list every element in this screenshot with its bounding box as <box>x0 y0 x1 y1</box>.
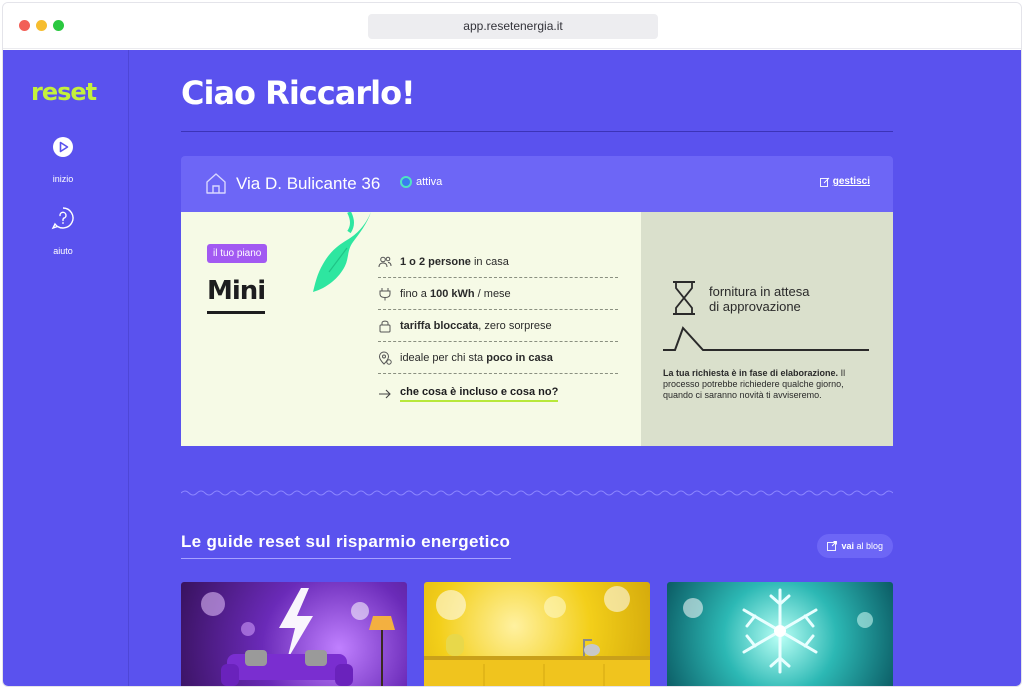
home-icon <box>205 172 227 199</box>
sidebar: reset inizio aiuto <box>3 50 129 686</box>
wave-divider <box>180 484 894 502</box>
arrow-right-icon <box>379 389 391 399</box>
supply-card-header: Via D. Bulicante 36 attiva gestisci <box>181 156 893 212</box>
feature-text: ideale per chi sta poco in casa <box>400 351 553 364</box>
help-icon <box>41 206 85 235</box>
app-area: reset inizio aiuto Ciao Riccarlo! Via D.… <box>3 50 1021 686</box>
plan-details-link[interactable]: che cosa è incluso e cosa no? <box>378 386 559 402</box>
floor-lamp-icon <box>369 616 395 686</box>
bokeh-light <box>436 590 466 620</box>
page-title: Ciao Riccarlo! <box>181 74 416 112</box>
list-item: tariffa bloccata, zero sorprese <box>378 310 618 342</box>
leaf-illustration <box>309 211 379 299</box>
address-bar[interactable]: app.resetenergia.it <box>368 14 658 39</box>
pending-progress-line <box>663 322 873 357</box>
edit-icon <box>819 177 830 187</box>
sidebar-item-label: aiuto <box>53 246 73 256</box>
list-item: 1 o 2 persone in casa <box>378 246 618 278</box>
kitchen-illustration <box>424 634 650 686</box>
bokeh-light <box>683 598 703 618</box>
guide-card-thumbnail[interactable] <box>667 582 893 686</box>
hourglass-icon <box>671 280 697 321</box>
feature-text: 1 o 2 persone in casa <box>400 255 509 268</box>
plan-panel: il tuo piano Mini 1 o 2 persone in casa <box>181 211 641 446</box>
manage-label: gestisci <box>832 176 870 187</box>
sofa-icon <box>221 650 353 686</box>
status-label: attiva <box>416 176 443 188</box>
plan-badge: il tuo piano <box>207 244 268 263</box>
blog-label: vai al blog <box>841 541 883 551</box>
bokeh-light <box>241 622 255 636</box>
main-content: Ciao Riccarlo! Via D. Bulicante 36 attiv… <box>180 50 894 686</box>
guides-title: Le guide reset sul risparmio energetico <box>181 532 511 551</box>
list-item: ideale per chi sta poco in casa <box>378 342 618 374</box>
bokeh-light <box>604 586 630 612</box>
pending-title: fornitura in attesa di approvazione <box>709 284 810 314</box>
bokeh-light <box>201 592 225 616</box>
feature-text: fino a 100 kWh / mese <box>400 287 511 300</box>
manage-link[interactable]: gestisci <box>819 176 870 187</box>
sidebar-item-aiuto[interactable]: aiuto <box>41 206 85 259</box>
sidebar-item-label: inizio <box>52 174 74 184</box>
pending-panel: fornitura in attesa di approvazione La t… <box>641 212 893 446</box>
status-active-icon <box>400 176 412 188</box>
minimize-window-button[interactable] <box>36 20 47 31</box>
guide-card-thumbnail[interactable] <box>181 582 407 686</box>
maximize-window-button[interactable] <box>53 20 64 31</box>
divider <box>181 131 893 132</box>
browser-chrome: app.resetenergia.it <box>3 3 1021 49</box>
plan-name: Mini <box>207 276 266 306</box>
people-icon <box>378 256 392 267</box>
plan-features: 1 o 2 persone in casa fino a 100 kWh / m… <box>378 246 618 374</box>
list-item: fino a 100 kWh / mese <box>378 278 618 310</box>
plan-underline <box>207 311 265 314</box>
bokeh-light <box>857 612 873 628</box>
reset-logo[interactable]: reset <box>31 78 97 106</box>
bokeh-light <box>544 596 566 618</box>
browser-window: app.resetenergia.it reset inizio aiuto C… <box>2 2 1022 687</box>
lock-icon <box>379 320 391 332</box>
plan-details-label: che cosa è incluso e cosa no? <box>400 386 559 402</box>
close-window-button[interactable] <box>19 20 30 31</box>
feature-text: tariffa bloccata, zero sorprese <box>400 319 552 332</box>
plug-icon <box>379 287 391 300</box>
snowflake-icon <box>742 588 818 674</box>
guide-card-thumbnail[interactable] <box>424 582 650 686</box>
guides-underline <box>181 558 511 559</box>
supply-address: Via D. Bulicante 36 <box>236 174 381 193</box>
sidebar-item-inizio[interactable]: inizio <box>41 136 85 187</box>
status-badge: attiva <box>400 176 442 188</box>
location-icon <box>378 351 392 365</box>
blog-button[interactable]: vai al blog <box>817 534 893 558</box>
pending-description: La tua richiesta è in fase di elaborazio… <box>663 368 846 400</box>
play-icon <box>41 136 85 163</box>
external-link-icon <box>827 541 838 551</box>
